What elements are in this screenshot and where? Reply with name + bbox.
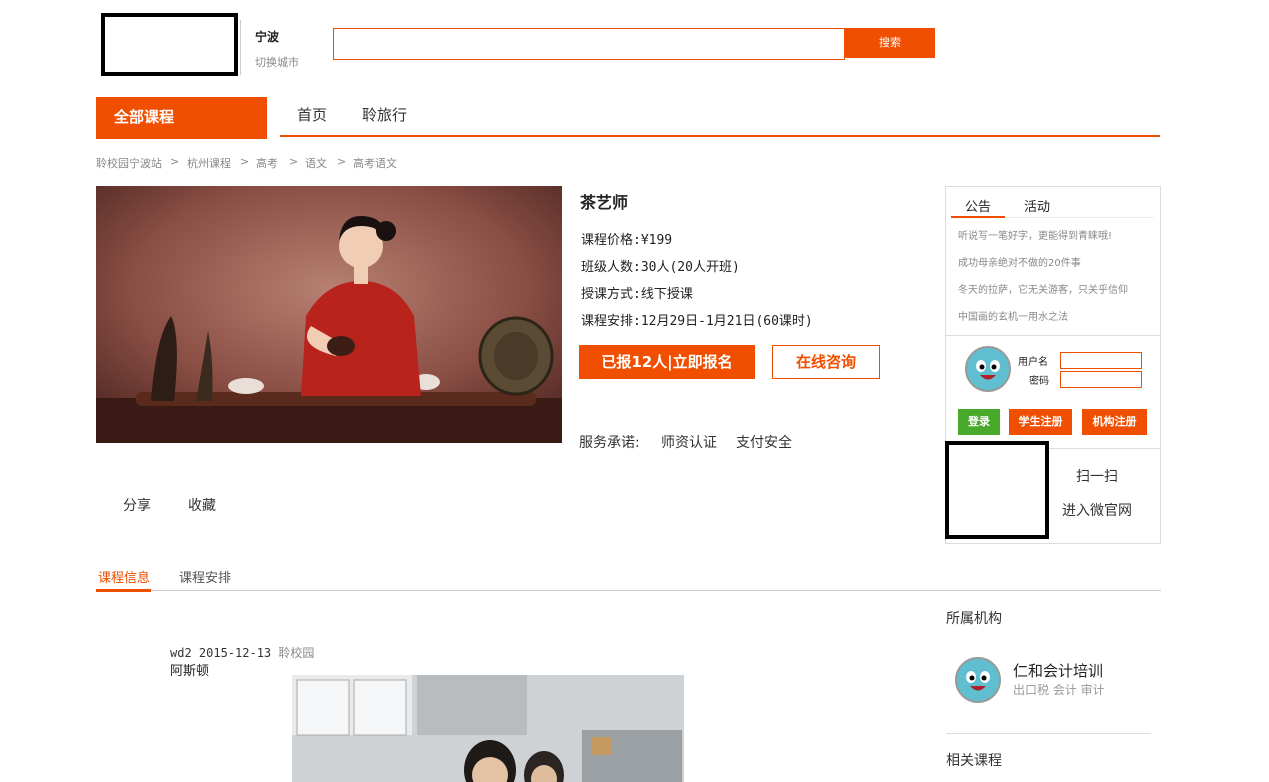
site-logo[interactable] [101,13,238,76]
breadcrumb-item[interactable]: 杭州课程 [187,155,231,171]
breadcrumb-separator: > [337,155,347,168]
tabs-divider [96,590,1161,591]
password-label: 密码 [1029,376,1049,387]
tab-active-indicator [951,216,1005,218]
service-item-cert: 师资认证 [661,435,717,451]
course-title: 茶艺师 [580,193,629,212]
post-author: 阿斯顿 [170,664,210,679]
org-divider [946,733,1151,734]
org-section-title: 所属机构 [946,611,1002,627]
course-class-size: 班级人数:30人(20人开班) [581,260,740,275]
login-button[interactable]: 登录 [958,409,1000,435]
course-price: 课程价格:¥199 [581,233,673,248]
breadcrumb-separator: > [170,155,180,168]
related-courses-title: 相关课程 [946,753,1002,769]
service-label: 服务承诺: [579,435,640,451]
breadcrumb-item[interactable]: 语文 [305,155,327,171]
breadcrumb-item[interactable]: 高考语文 [353,155,397,171]
search-button[interactable]: 搜索 [845,28,935,58]
org-avatar-icon[interactable] [955,657,1001,703]
qr-enter-text[interactable]: 进入微官网 [1062,500,1132,520]
consult-button[interactable]: 在线咨询 [772,345,880,379]
breadcrumb-separator: > [289,155,299,168]
sidebar-divider [946,335,1160,336]
breadcrumb-separator: > [240,155,250,168]
news-item[interactable]: 成功母亲绝对不做的20件事 [958,254,1081,269]
breadcrumb-item[interactable]: 聆校园宁波站 [96,155,162,171]
post-source[interactable]: 聆校园 [278,646,314,660]
tab-active-indicator [96,589,151,592]
course-photo [96,186,562,443]
breadcrumb-item[interactable]: 高考 [256,155,278,171]
tab-activity[interactable]: 活动 [1024,196,1050,215]
org-tags: 出口税 会计 审计 [1013,683,1105,697]
post-meta: wd2 2015-12-13 聆校园 [170,644,314,661]
qr-code [945,441,1049,539]
password-input[interactable] [1060,371,1142,388]
nav-underline [280,135,1160,137]
nav-item-home[interactable]: 首页 [297,104,327,125]
org-name[interactable]: 仁和会计培训 [1013,660,1103,681]
org-register-button[interactable]: 机构注册 [1082,409,1147,435]
service-item-pay: 支付安全 [736,435,792,451]
switch-city-link[interactable]: 切换城市 [255,54,299,70]
news-item[interactable]: 听说写一笔好字，更能得到青睐哦! [958,227,1112,242]
search-input[interactable] [333,28,845,60]
post-meta-text: wd2 2015-12-13 [170,646,272,660]
username-input[interactable] [1060,352,1142,369]
user-avatar-icon [965,346,1011,392]
city-name: 宁波 [255,30,280,44]
tab-notice[interactable]: 公告 [965,196,991,215]
news-item[interactable]: 中国画的玄机一用水之法 [958,308,1068,323]
news-item[interactable]: 冬天的拉萨，它无关游客，只关乎信仰 [958,281,1128,296]
qr-scan-text: 扫一扫 [1076,469,1118,485]
tab-course-schedule[interactable]: 课程安排 [179,567,231,586]
post-photo [292,675,684,782]
city-divider [240,20,241,75]
course-schedule: 课程安排:12月29日-1月21日(60课时) [581,314,813,329]
student-register-button[interactable]: 学生注册 [1009,409,1072,435]
nav-item-travel[interactable]: 聆旅行 [362,104,407,125]
enroll-button[interactable]: 已报12人|立即报名 [579,345,755,379]
tab-course-info[interactable]: 课程信息 [98,567,150,586]
username-label: 用户名 [1018,357,1048,368]
favorite-button[interactable]: 收藏 [188,495,216,515]
share-button[interactable]: 分享 [123,495,151,515]
all-courses-menu[interactable]: 全部课程 [96,97,267,139]
course-mode: 授课方式:线下授课 [581,287,693,302]
